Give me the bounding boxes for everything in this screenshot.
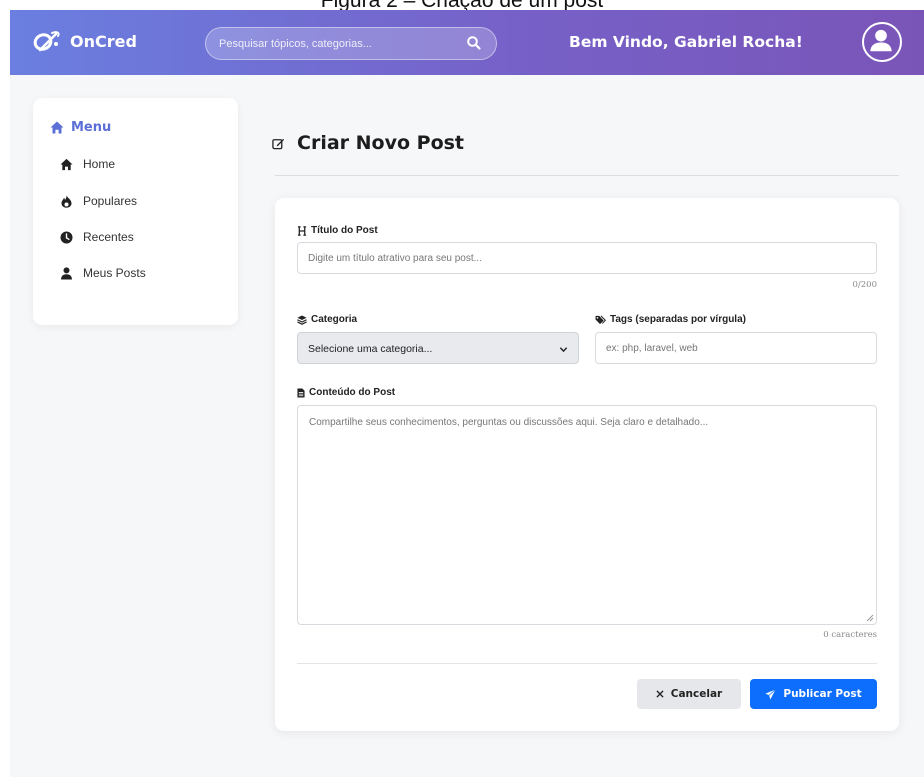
create-post-form: Título do Post 0/200 Categoria Selecione… bbox=[275, 198, 899, 731]
sidebar: Menu Home Populares Recentes Meus Posts bbox=[33, 98, 238, 325]
clock-icon bbox=[60, 231, 73, 243]
cancel-button-label: Cancelar bbox=[670, 688, 723, 700]
title-field-label-text: Título do Post bbox=[311, 225, 378, 236]
cancel-button[interactable]: Cancelar bbox=[637, 679, 741, 709]
tags-icon bbox=[595, 315, 606, 324]
user-icon bbox=[870, 29, 892, 52]
content-char-counter: 0 caracteres bbox=[823, 630, 877, 640]
content-field-label: Conteúdo do Post bbox=[297, 387, 395, 398]
close-icon bbox=[656, 690, 664, 698]
sidebar-item-populares[interactable]: Populares bbox=[60, 194, 137, 208]
tags-field-label: Tags (separadas por vírgula) bbox=[595, 314, 746, 325]
title-field-label: Título do Post bbox=[297, 225, 378, 236]
app-window: OnCred Bem Vindo, Gabriel Rocha! Menu bbox=[10, 10, 924, 777]
layers-icon bbox=[297, 314, 307, 325]
sidebar-item-home[interactable]: Home bbox=[60, 157, 115, 171]
figure-caption-text: Figura 2 – Criação de um post bbox=[0, 0, 924, 10]
heading-icon bbox=[297, 225, 307, 236]
search-bar bbox=[205, 27, 497, 60]
logo-icon bbox=[33, 31, 60, 52]
brand-name: OnCred bbox=[70, 31, 137, 51]
sidebar-item-recentes[interactable]: Recentes bbox=[60, 230, 134, 244]
page-header: Criar Novo Post bbox=[272, 132, 464, 154]
publish-button-label: Publicar Post bbox=[783, 688, 862, 700]
category-select[interactable]: Selecione uma categoria... bbox=[297, 332, 579, 364]
user-icon bbox=[61, 266, 72, 279]
post-title-input[interactable] bbox=[297, 242, 877, 274]
figure-caption: Figura 2 – Criação de um post bbox=[0, 0, 924, 10]
chevron-down-icon bbox=[559, 347, 568, 353]
brand-link[interactable]: OnCred bbox=[32, 29, 137, 53]
sidebar-item-label: Home bbox=[83, 157, 116, 171]
fire-icon bbox=[61, 195, 72, 208]
sidebar-menu-label: Menu bbox=[71, 120, 112, 135]
header-divider bbox=[275, 175, 899, 176]
category-selected-value: Selecione uma categoria... bbox=[308, 343, 433, 355]
user-avatar-button[interactable] bbox=[862, 22, 902, 62]
sidebar-item-label: Meus Posts bbox=[83, 266, 146, 280]
top-navbar: OnCred Bem Vindo, Gabriel Rocha! bbox=[10, 10, 924, 75]
tags-field-label-text: Tags (separadas por vírgula) bbox=[610, 314, 746, 325]
title-char-counter: 0/200 bbox=[852, 280, 878, 290]
home-icon bbox=[50, 121, 64, 134]
send-icon bbox=[765, 688, 777, 700]
sidebar-item-meus-posts[interactable]: Meus Posts bbox=[60, 266, 146, 280]
page-title: Criar Novo Post bbox=[297, 132, 465, 154]
category-field-label-text: Categoria bbox=[311, 314, 358, 325]
category-field-label: Categoria bbox=[297, 314, 357, 325]
tags-input[interactable] bbox=[595, 332, 877, 364]
search-input[interactable] bbox=[206, 28, 456, 59]
content-placeholder: Compartilhe seus conhecimentos, pergunta… bbox=[309, 417, 709, 428]
search-icon[interactable] bbox=[466, 35, 482, 51]
publish-post-button[interactable]: Publicar Post bbox=[750, 679, 877, 709]
sidebar-menu-title: Menu bbox=[50, 120, 111, 135]
edit-icon bbox=[272, 138, 285, 149]
sidebar-item-label: Populares bbox=[83, 194, 138, 208]
welcome-message: Bem Vindo, Gabriel Rocha! bbox=[569, 33, 803, 51]
home-icon bbox=[60, 158, 73, 170]
resize-grip-icon[interactable] bbox=[866, 614, 874, 622]
sidebar-item-label: Recentes bbox=[83, 230, 134, 244]
content-field-label-text: Conteúdo do Post bbox=[309, 387, 396, 398]
actions-divider bbox=[297, 663, 877, 664]
post-content-textarea[interactable]: Compartilhe seus conhecimentos, pergunta… bbox=[297, 405, 877, 625]
file-text-icon bbox=[297, 388, 305, 397]
